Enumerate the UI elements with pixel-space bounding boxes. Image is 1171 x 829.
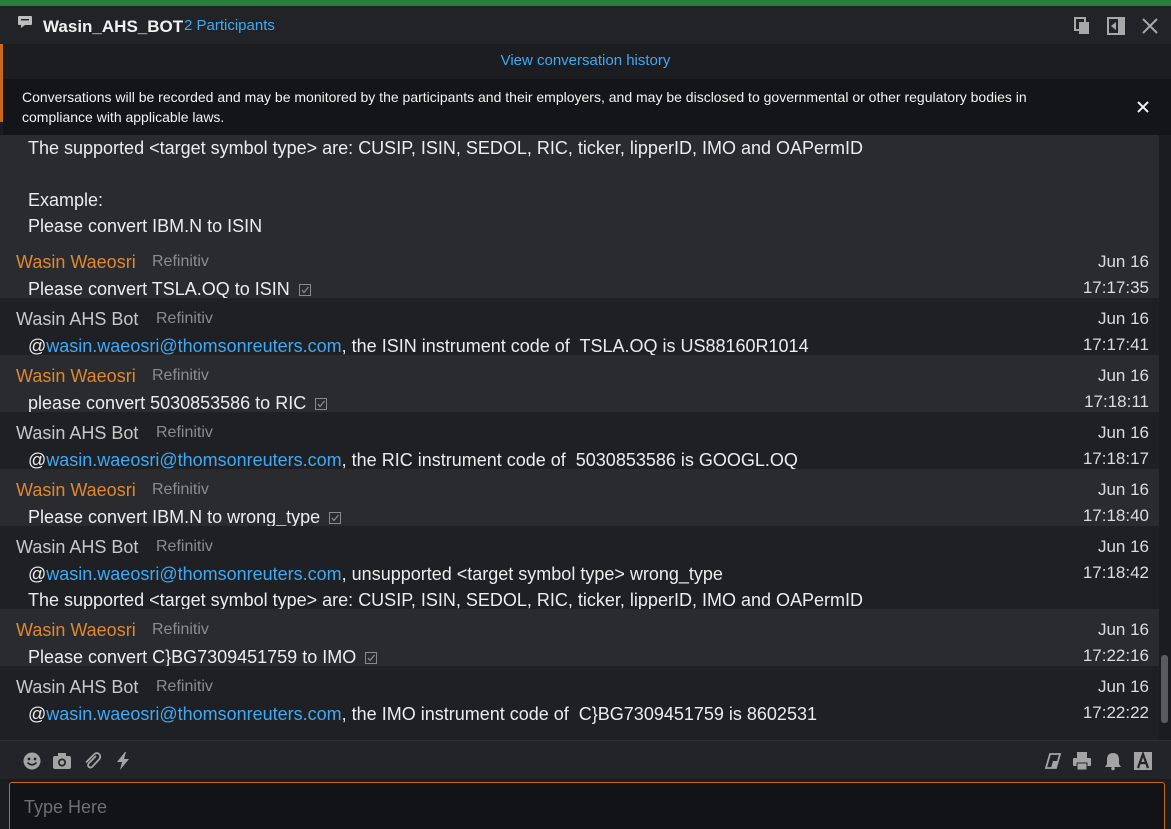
at-sign: @ [28,704,47,724]
read-receipt-icon [365,652,378,665]
message-time: 17:18:40 [1082,506,1149,525]
message-date: Jun 16 [1097,252,1149,271]
read-receipt-icon [329,512,342,525]
at-sign: @ [28,336,47,356]
message-text: Please convert IBM.N to wrong_type [28,507,321,527]
message-date: Jun 16 [1097,366,1149,385]
message-text: , the ISIN instrument code of TSLA.OQ is… [341,336,809,356]
sender-org: Refinitiv [152,481,209,498]
sender-name[interactable]: Wasin AHS Bot [16,309,138,330]
message-item: Wasin Waeosri Refinitiv Jun 16 17:18:11 … [0,355,1159,414]
bell-icon[interactable] [1103,751,1123,771]
at-sign: @ [28,564,47,584]
title-bar: Wasin_AHS_BOT 2 Participants [0,6,1171,45]
compose-toolbar [0,740,1171,779]
print-icon[interactable] [1072,751,1092,771]
message-date: Jun 16 [1097,537,1149,556]
message-body: Please convert TSLA.OQ to ISIN [28,279,311,300]
sender-org: Refinitiv [156,310,213,327]
attachment-icon[interactable] [82,751,102,771]
participants-link[interactable]: 2 Participants [184,17,275,34]
message-date: Jun 16 [1097,620,1149,639]
collapse-panel-icon[interactable] [1106,16,1126,36]
sender-org: Refinitiv [156,424,213,441]
message-date: Jun 16 [1097,480,1149,499]
compliance-notice: Conversations will be recorded and may b… [3,79,1171,135]
chat-icon [18,16,32,28]
eraser-icon[interactable] [1043,751,1063,771]
camera-icon[interactable] [52,751,72,771]
message-time: 17:22:16 [1082,646,1149,665]
message-list: The supported <target symbol type> are: … [0,135,1159,740]
sender-org: Refinitiv [156,538,213,555]
message-text: The supported <target symbol type> are: … [28,138,863,158]
mention-link[interactable]: wasin.waeosri@thomsonreuters.com [46,336,341,356]
sender-name[interactable]: Wasin AHS Bot [16,677,138,698]
scrollbar[interactable] [1159,135,1171,740]
message-text: please convert 5030853586 to RIC [28,393,307,413]
message-input-container [9,782,1165,829]
message-date: Jun 16 [1097,677,1149,696]
message-item: Wasin Waeosri Refinitiv Jun 16 17:18:40 … [0,469,1159,528]
message-text: , the RIC instrument code of 5030853586 … [341,450,798,470]
mention-link[interactable]: wasin.waeosri@thomsonreuters.com [46,704,341,724]
sender-org: Refinitiv [156,678,213,695]
message-time: 17:17:35 [1082,278,1149,297]
dismiss-notice-icon[interactable] [1135,99,1151,115]
message-text: Please convert C}BG7309451759 to IMO [28,647,357,667]
message-input[interactable] [22,793,1126,821]
message-text: , the IMO instrument code of C}BG7309451… [341,704,817,724]
read-receipt-icon [298,284,311,297]
compliance-notice-text: Conversations will be recorded and may b… [22,89,1027,125]
mention-link[interactable]: wasin.waeosri@thomsonreuters.com [46,564,341,584]
message-body: @wasin.waeosri@thomsonreuters.com, the I… [28,704,817,725]
message-text-line2: The supported <target symbol type> are: … [28,590,863,610]
sender-org: Refinitiv [152,621,209,638]
sender-name[interactable]: Wasin Waeosri [16,366,136,387]
message-item: Wasin AHS Bot Refinitiv Jun 16 17:22:22 … [0,666,1159,740]
message-time: 17:17:41 [1082,335,1149,354]
message-time: 17:18:11 [1084,392,1149,411]
message-body: Please convert IBM.N to wrong_type [28,507,342,528]
conversation-title: Wasin_AHS_BOT [43,17,184,36]
message-item: Wasin AHS Bot Refinitiv Jun 16 17:18:17 … [0,412,1159,471]
sender-name[interactable]: Wasin Waeosri [16,252,136,273]
close-icon[interactable] [1140,16,1160,36]
message-text: Please convert TSLA.OQ to ISIN [28,279,290,299]
message-item: Wasin AHS Bot Refinitiv Jun 16 17:18:42 … [0,526,1159,610]
message-continuation: The supported <target symbol type> are: … [0,135,1159,241]
message-item: Wasin Waeosri Refinitiv Jun 16 17:22:16 … [0,609,1159,668]
message-body: please convert 5030853586 to RIC [28,393,328,414]
scrollbar-thumb[interactable] [1161,655,1168,723]
sender-org: Refinitiv [152,253,209,270]
message-body: Please convert C}BG7309451759 to IMO [28,647,378,668]
history-bar: View conversation history [0,44,1171,79]
font-icon[interactable] [1133,751,1153,771]
popout-icon[interactable] [1072,16,1092,36]
message-text: Example: [28,190,104,210]
message-date: Jun 16 [1097,309,1149,328]
sender-name[interactable]: Wasin Waeosri [16,620,136,641]
view-history-link[interactable]: View conversation history [501,52,671,69]
read-receipt-icon [315,398,328,411]
message-text: , unsupported <target symbol type> wrong… [341,564,723,584]
message-body: @wasin.waeosri@thomsonreuters.com, the I… [28,336,809,357]
message-body: @wasin.waeosri@thomsonreuters.com, the R… [28,450,798,471]
message-text: Please convert IBM.N to ISIN [28,216,263,236]
emoji-icon[interactable] [22,751,42,771]
at-sign: @ [28,450,47,470]
sender-org: Refinitiv [152,367,209,384]
sender-name[interactable]: Wasin AHS Bot [16,423,138,444]
message-item: Wasin Waeosri Refinitiv Jun 16 17:17:35 … [0,241,1159,300]
mention-link[interactable]: wasin.waeosri@thomsonreuters.com [46,450,341,470]
message-date: Jun 16 [1097,423,1149,442]
message-time: 17:18:42 [1082,563,1149,582]
message-time: 17:18:17 [1082,449,1149,468]
sender-name[interactable]: Wasin Waeosri [16,480,136,501]
message-item: Wasin AHS Bot Refinitiv Jun 16 17:17:41 … [0,298,1159,357]
message-time: 17:22:22 [1082,703,1149,722]
message-body: @wasin.waeosri@thomsonreuters.com, unsup… [28,564,723,585]
sender-name[interactable]: Wasin AHS Bot [16,537,138,558]
lightning-icon[interactable] [113,751,133,771]
